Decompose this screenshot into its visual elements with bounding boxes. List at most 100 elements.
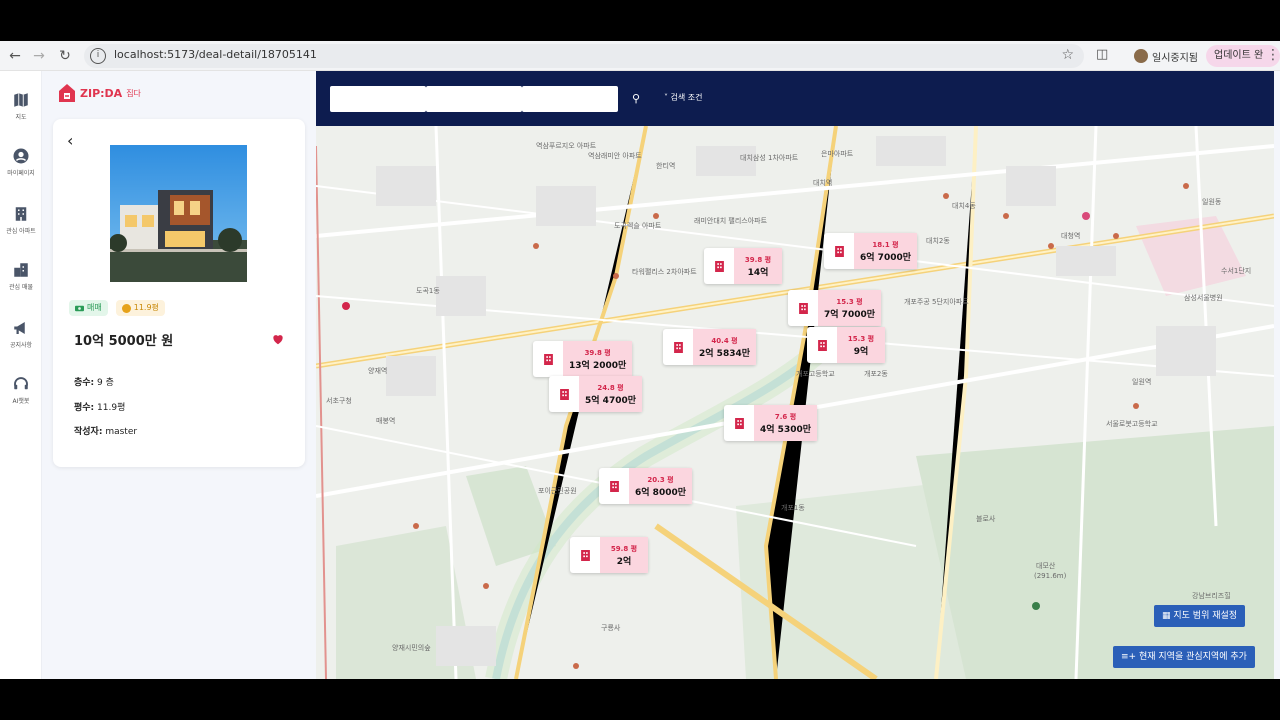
deal-marker[interactable]: 18.1 평 6억 7000만 <box>824 233 918 269</box>
map-icon: ▦ <box>1162 611 1171 621</box>
deal-marker[interactable]: 40.4 평 2억 5834만 <box>663 329 757 365</box>
headset-icon <box>14 377 28 390</box>
deal-price: 10억 5000만 원 <box>74 334 174 349</box>
place-label: 한티역 <box>656 162 676 170</box>
search-bar: ⚲ ˅ 검색 조건 <box>316 71 1274 126</box>
add-region-label: 현재 지역을 관심지역에 추가 <box>1138 652 1247 662</box>
area-badge: 11.9평 <box>115 300 165 316</box>
marker-area: 15.3 평 <box>836 297 863 306</box>
marker-price: 2억 5834만 <box>699 348 751 359</box>
marker-price: 2억 <box>616 556 632 567</box>
deal-marker[interactable]: 7.6 평 4억 5300만 <box>724 405 818 441</box>
deal-marker[interactable]: 24.8 평 5억 4700만 <box>549 376 643 412</box>
reload-icon[interactable]: ↻ <box>56 47 74 65</box>
rail-label: AI챗봇 <box>12 398 30 405</box>
place-label: 래미안대치 팰리스아파트 <box>694 217 768 225</box>
rail-item-notice[interactable]: 공지사항 <box>0 319 42 349</box>
place-label: 양재역 <box>368 367 388 375</box>
badge-group: 매매 11.9평 <box>69 300 165 316</box>
map-tiles <box>316 126 1274 679</box>
map-view[interactable]: ⚲ ˅ 검색 조건 역삼푸르지오 아파트 역삼래미안 아파트 한티역 대치삼성 … <box>316 71 1274 679</box>
place-label: 대청역 <box>1061 232 1081 240</box>
rail-item-chatbot[interactable]: AI챗봇 <box>0 375 42 405</box>
place-label: 역삼래미안 아파트 <box>588 152 642 160</box>
deal-marker[interactable]: 20.3 평 6억 8000만 <box>599 468 693 504</box>
marker-area: 20.3 평 <box>647 475 674 484</box>
reset-map-range-button[interactable]: ▦ 지도 범위 재설정 <box>1154 605 1246 627</box>
floor-row: 층수: 9 층 <box>74 375 114 388</box>
marker-area: 59.8 평 <box>610 544 638 553</box>
author-label: 작성자: <box>74 427 103 437</box>
search-condition-toggle[interactable]: ˅ 검색 조건 <box>664 92 703 103</box>
place-label: 대치2동 <box>926 237 950 245</box>
rail-label: 공지사항 <box>9 342 33 349</box>
house-logo-icon <box>59 84 75 102</box>
side-rail: 지도 마이페이지 관심 아파트 관심 매물 공지사항 AI챗봇 <box>0 71 42 679</box>
kebab-menu-icon[interactable]: ⋮ <box>1266 47 1280 63</box>
deal-marker[interactable]: 39.8 평 13억 2000만 <box>533 341 633 377</box>
heart-icon[interactable] <box>271 332 285 346</box>
apartment-icon <box>15 207 27 221</box>
place-label: 대모산 <box>1036 562 1056 570</box>
search-select-dong[interactable] <box>522 86 618 112</box>
back-arrow-icon[interactable]: ← <box>6 47 24 65</box>
app-logo[interactable]: ZIP:DA 집다 <box>58 83 141 103</box>
place-label: 서초구청 <box>326 397 352 405</box>
rail-label: 관심 매물 <box>9 284 33 291</box>
marker-area: 40.4 평 <box>711 336 738 345</box>
place-label: 블로사 <box>976 515 996 523</box>
search-select-district[interactable] <box>426 86 522 112</box>
rail-item-fav-listing[interactable]: 관심 매물 <box>0 261 42 291</box>
address-bar[interactable]: i localhost:5173/deal-detail/18705141 ☆ <box>84 44 1084 68</box>
deal-marker[interactable]: 59.8 평 2억 <box>570 537 648 573</box>
apartment-marker-icon <box>559 388 569 400</box>
cash-icon <box>75 305 84 311</box>
deal-marker[interactable]: 15.3 평 9억 <box>807 327 885 363</box>
apartment-marker-icon <box>673 341 683 353</box>
megaphone-icon <box>14 322 25 334</box>
marker-price: 5억 4700만 <box>585 395 637 406</box>
url-text[interactable]: localhost:5173/deal-detail/18705141 <box>114 48 317 61</box>
account-icon <box>13 148 29 164</box>
check-circle-icon <box>121 303 131 313</box>
add-list-icon: ≡+ <box>1121 652 1137 662</box>
place-label: 양재시민의숲 <box>392 644 431 652</box>
place-label: 수서1단지 <box>1221 267 1252 275</box>
rail-item-map[interactable]: 지도 <box>0 91 42 121</box>
profile-label: 일시중지됨 <box>1152 52 1198 64</box>
area-value: 11.9평 <box>97 403 126 413</box>
extensions-icon[interactable]: ◫ <box>1096 47 1108 62</box>
apartment-marker-icon <box>714 260 724 272</box>
site-info-icon[interactable]: i <box>90 48 106 64</box>
search-select-city[interactable] <box>330 86 426 112</box>
place-label: 구룡사 <box>601 624 621 632</box>
author-row: 작성자: master <box>74 424 137 437</box>
rail-item-mypage[interactable]: 마이페이지 <box>0 147 42 177</box>
profile-button[interactable]: 일시중지됨 <box>1130 45 1206 67</box>
apartment-marker-icon <box>609 480 619 492</box>
deal-detail-card: ‹ 매매 11.9평 10억 5000만 원 층수: 9 층 평수: 11.9평… <box>53 119 305 467</box>
marker-price: 13억 2000만 <box>569 360 627 371</box>
place-label: 강남브리즈힐 <box>1192 592 1231 600</box>
marker-price: 6억 8000만 <box>635 487 687 498</box>
place-label: 개포주공 5단지아파트 <box>904 298 969 306</box>
place-label: 일원동 <box>1202 198 1222 206</box>
marker-area: 39.8 평 <box>584 348 611 357</box>
apartment-marker-icon <box>817 339 827 351</box>
deal-marker[interactable]: 39.8 평 14억 <box>704 248 782 284</box>
apartment-marker-icon <box>580 549 590 561</box>
back-chevron-icon[interactable]: ‹ <box>67 131 73 150</box>
browser-toolbar: ← → ↻ i localhost:5173/deal-detail/18705… <box>0 41 1280 83</box>
forward-arrow-icon[interactable]: → <box>30 47 48 65</box>
deal-marker[interactable]: 15.3 평 7억 7000만 <box>788 290 882 326</box>
search-icon[interactable]: ⚲ <box>632 92 640 105</box>
deal-type-badge: 매매 <box>69 300 108 316</box>
place-label: 역삼푸르지오 아파트 <box>536 142 597 150</box>
apartment-marker-icon <box>798 302 808 314</box>
bookmark-star-icon[interactable]: ☆ <box>1061 47 1074 63</box>
area-row: 평수: 11.9평 <box>74 400 125 413</box>
place-label: (291.6m) <box>1034 572 1067 580</box>
rail-item-fav-apartment[interactable]: 관심 아파트 <box>0 205 42 235</box>
marker-area: 7.6 평 <box>774 412 797 421</box>
add-region-button[interactable]: ≡+ 현재 지역을 관심지역에 추가 <box>1113 646 1255 668</box>
